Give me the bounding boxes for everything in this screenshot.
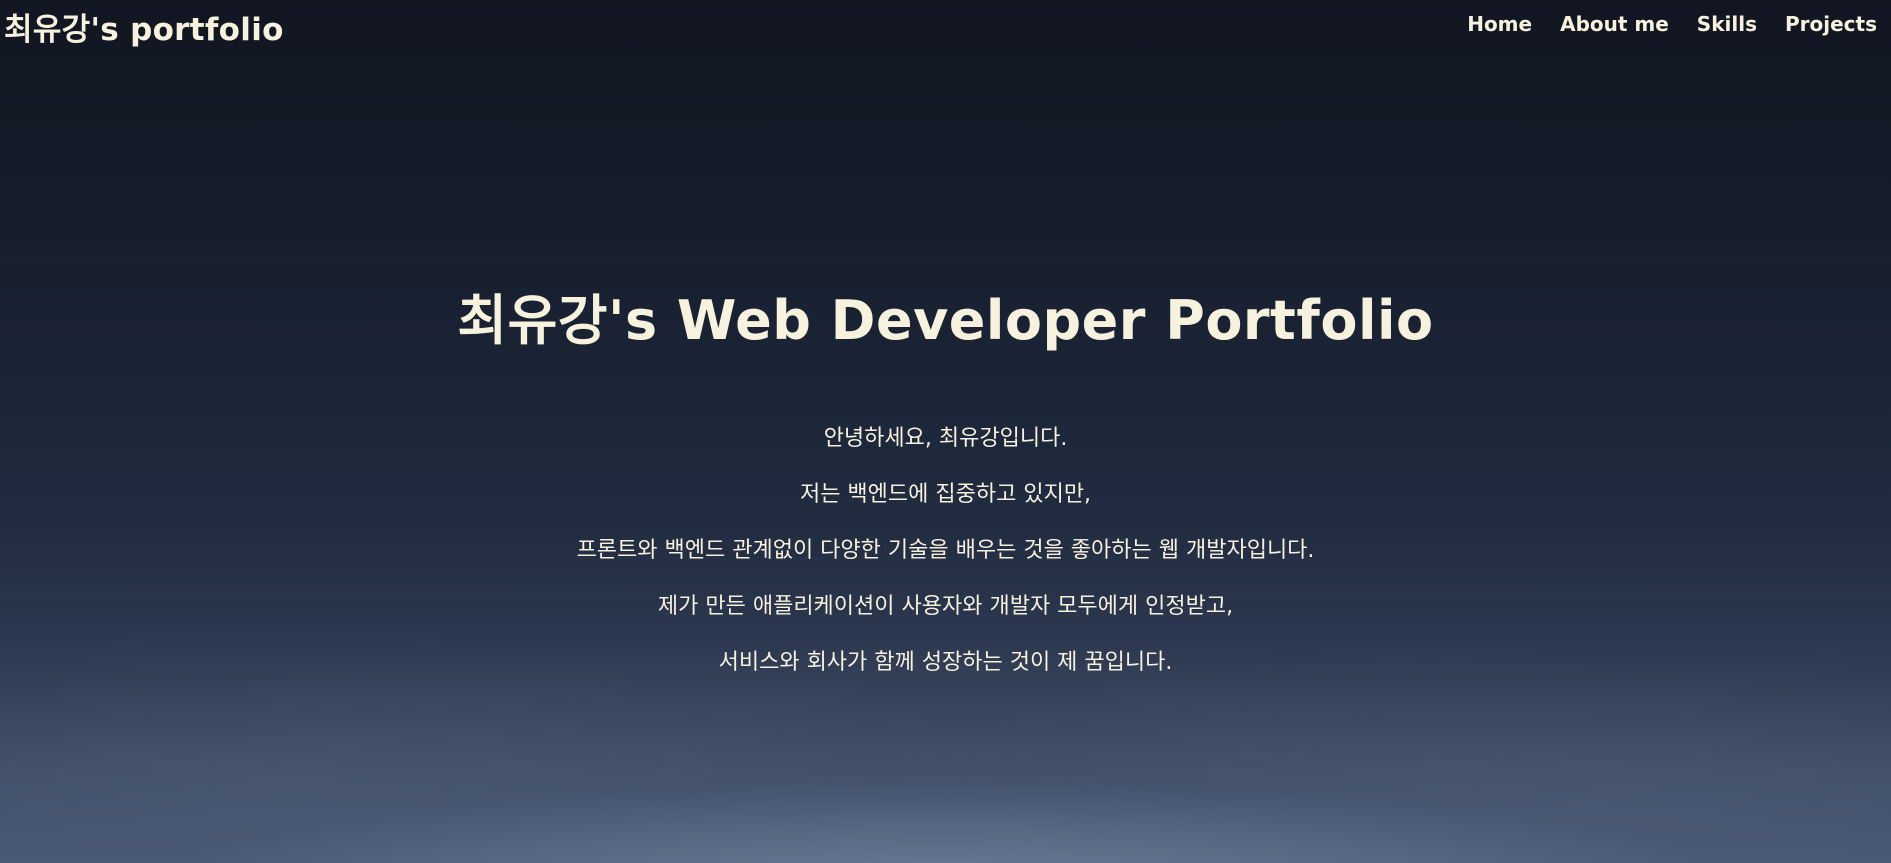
hero-title: 최유강's Web Developer Portfolio: [457, 289, 1434, 352]
nav-about-me[interactable]: About me: [1560, 12, 1669, 36]
intro-line: 프론트와 백엔드 관계없이 다양한 기술을 배우는 것을 좋아하는 웹 개발자입…: [576, 538, 1315, 563]
main-nav: Home About me Skills Projects: [1467, 12, 1877, 36]
nav-skills[interactable]: Skills: [1697, 12, 1757, 36]
intro-line: 서비스와 회사가 함께 성장하는 것이 제 꿈입니다.: [718, 650, 1173, 675]
brand-logo[interactable]: 최유강's portfolio: [4, 4, 284, 49]
intro-line: 제가 만든 애플리케이션이 사용자와 개발자 모두에게 인정받고,: [657, 594, 1234, 619]
nav-home[interactable]: Home: [1467, 12, 1532, 36]
intro-line: 안녕하세요, 최유강입니다.: [823, 426, 1068, 451]
nav-projects[interactable]: Projects: [1785, 12, 1877, 36]
intro-text: 안녕하세요, 최유강입니다. 저는 백엔드에 집중하고 있지만, 프론트와 백엔…: [0, 425, 1891, 705]
site-header: 최유강's portfolio Home About me Skills Pro…: [0, 0, 1891, 52]
intro-line: 저는 백엔드에 집중하고 있지만,: [799, 482, 1092, 507]
